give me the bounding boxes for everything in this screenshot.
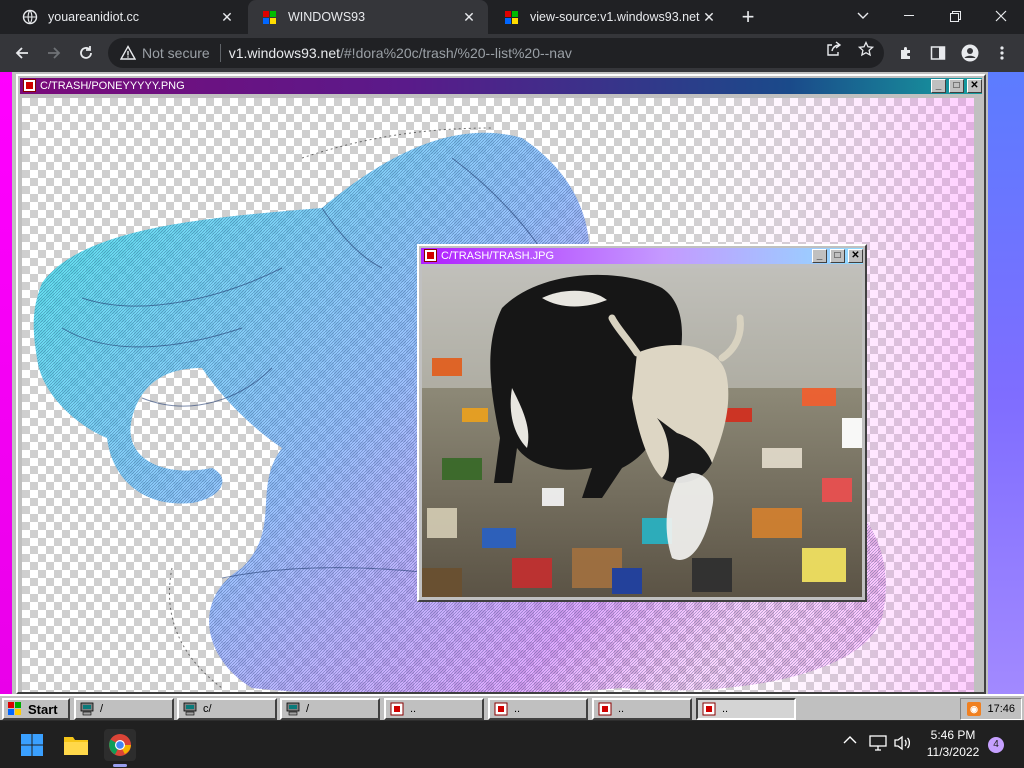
tab-youareanidiot[interactable]: youareanidiot.cc ✕ xyxy=(8,0,246,34)
close-window-button[interactable] xyxy=(978,0,1024,32)
maximize-button[interactable]: □ xyxy=(949,79,964,93)
bookmark-star-icon[interactable] xyxy=(856,39,876,59)
close-button[interactable]: ✕ xyxy=(967,79,982,93)
chevron-up-icon[interactable] xyxy=(842,735,858,745)
tab-title: youareanidiot.cc xyxy=(48,10,140,24)
taskbar-window-label: c/ xyxy=(203,703,212,715)
taskbar-window-button[interactable]: .. xyxy=(488,698,588,720)
taskbar-window-label: / xyxy=(100,703,104,715)
chrome-icon[interactable] xyxy=(104,729,136,761)
clock-time: 5:46 PM xyxy=(930,728,976,742)
win93-system-tray: ◉ 17:46 xyxy=(960,698,1022,720)
windows-start-icon[interactable] xyxy=(16,729,48,761)
taskbar-window-label: .. xyxy=(410,703,417,715)
url-host: v1.windows93.net xyxy=(228,45,340,61)
rss-feed-icon[interactable]: ◉ xyxy=(967,702,981,716)
tab-strip: youareanidiot.cc ✕ WINDOWS93 ✕ view-sour… xyxy=(0,0,1024,34)
window-titlebar[interactable]: C/TRASH/TRASH.JPG _ □ ✕ xyxy=(421,248,863,264)
address-bar[interactable]: Not secure v1.windows93.net/#!dora%20c/t… xyxy=(108,38,884,68)
tab-windows93[interactable]: WINDOWS93 ✕ xyxy=(248,0,488,34)
tab-search-icon[interactable] xyxy=(840,0,886,32)
notification-badge[interactable]: 4 xyxy=(988,737,1004,753)
windows93-icon xyxy=(504,9,520,25)
tab-title: view-source:v1.windows93.net xyxy=(530,10,700,24)
browser-toolbar: Not secure v1.windows93.net/#!dora%20c/t… xyxy=(0,34,1024,72)
image-file-icon xyxy=(390,702,404,716)
computer-icon xyxy=(286,702,300,716)
chrome-menu-icon[interactable] xyxy=(988,39,1016,67)
taskbar-window-button[interactable]: c/ xyxy=(177,698,277,720)
desktop-edge xyxy=(988,72,1024,720)
minimize-button[interactable]: _ xyxy=(931,79,946,93)
close-button[interactable]: ✕ xyxy=(848,249,863,263)
taskbar-window-button[interactable]: .. xyxy=(384,698,484,720)
image-file-icon xyxy=(494,702,508,716)
reload-button[interactable] xyxy=(72,39,100,67)
page-viewport: C/TRASH/PONEYYYYY.PNG _ □ ✕ C/TRASH/TRAS… xyxy=(0,72,1024,720)
url-path: /#!dora%20c/trash/%20--list%20--nav xyxy=(340,45,572,61)
restore-window-button[interactable] xyxy=(932,0,978,32)
taskbar-window-label: .. xyxy=(618,703,625,715)
forward-button[interactable] xyxy=(40,39,68,67)
start-label: Start xyxy=(28,701,58,717)
warning-icon[interactable] xyxy=(119,45,137,61)
file-explorer-icon[interactable] xyxy=(60,729,92,761)
close-tab-icon[interactable]: ✕ xyxy=(460,8,478,26)
security-label[interactable]: Not secure xyxy=(142,45,210,61)
clock-date: 11/3/2022 xyxy=(926,745,980,759)
computer-icon xyxy=(80,702,94,716)
cow-in-garbage-photo xyxy=(422,268,862,597)
back-button[interactable] xyxy=(8,39,36,67)
extensions-puzzle-icon[interactable] xyxy=(892,39,920,67)
side-panel-icon[interactable] xyxy=(924,39,952,67)
computer-icon xyxy=(183,702,197,716)
network-icon[interactable] xyxy=(868,735,888,751)
close-tab-icon[interactable]: ✕ xyxy=(218,8,236,26)
taskbar-window-button[interactable]: / xyxy=(280,698,380,720)
win93-taskbar: Start / c/ / .. .. .. .. ◉ 17:46 xyxy=(0,694,1024,720)
image-file-icon xyxy=(424,249,437,262)
taskbar-window-label: .. xyxy=(722,703,729,715)
window-title: C/TRASH/TRASH.JPG xyxy=(441,250,555,262)
taskbar-window-label: / xyxy=(306,703,310,715)
image-file-icon xyxy=(702,702,716,716)
maximize-button[interactable]: □ xyxy=(830,249,845,263)
image-file-icon xyxy=(598,702,612,716)
win93-clock: 17:46 xyxy=(987,703,1015,715)
os-taskbar: 5:46 PM 11/3/2022 4 xyxy=(0,720,1024,768)
share-icon[interactable] xyxy=(824,39,844,59)
trash-photo xyxy=(422,268,862,597)
minimize-button[interactable]: _ xyxy=(812,249,827,263)
windows93-icon xyxy=(262,9,278,25)
window-titlebar[interactable]: C/TRASH/PONEYYYYY.PNG _ □ ✕ xyxy=(20,78,982,94)
new-tab-button[interactable]: + xyxy=(736,4,760,29)
taskbar-window-button[interactable]: / xyxy=(74,698,174,720)
image-file-icon xyxy=(23,79,36,92)
volume-icon[interactable] xyxy=(892,735,912,751)
windows93-logo-icon xyxy=(8,702,22,716)
close-tab-icon[interactable]: ✕ xyxy=(700,8,718,26)
start-button[interactable]: Start xyxy=(2,698,70,720)
globe-icon xyxy=(22,9,38,25)
profile-icon[interactable] xyxy=(956,39,984,67)
minimize-window-button[interactable] xyxy=(886,0,932,32)
desktop-edge xyxy=(0,72,12,720)
tab-title: WINDOWS93 xyxy=(288,10,366,24)
window-title: C/TRASH/PONEYYYYY.PNG xyxy=(40,80,185,92)
trash-image-window[interactable]: C/TRASH/TRASH.JPG _ □ ✕ xyxy=(417,244,867,602)
active-app-indicator xyxy=(113,764,127,767)
tab-view-source[interactable]: view-source:v1.windows93.net ✕ xyxy=(490,0,728,34)
taskbar-window-label: .. xyxy=(514,703,521,715)
os-clock[interactable]: 5:46 PM 11/3/2022 xyxy=(918,727,988,761)
taskbar-window-button[interactable]: .. xyxy=(592,698,692,720)
taskbar-window-button[interactable]: .. xyxy=(696,698,796,720)
